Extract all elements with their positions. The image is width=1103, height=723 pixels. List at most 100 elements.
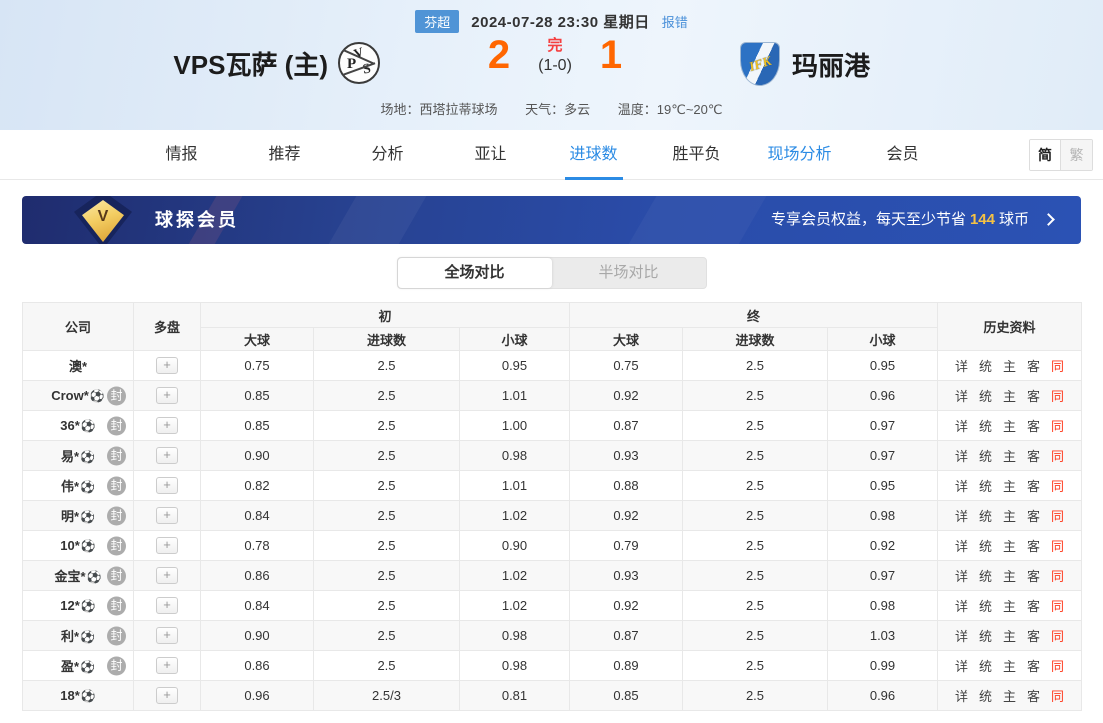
history-link-统[interactable]: 统 (979, 686, 992, 705)
history-link-详[interactable]: 详 (955, 536, 968, 555)
expand-multi-button[interactable]: + (156, 387, 178, 404)
history-link-统[interactable]: 统 (979, 626, 992, 645)
history-link-客[interactable]: 客 (1027, 386, 1040, 405)
history-link-客[interactable]: 客 (1027, 476, 1040, 495)
history-link-主[interactable]: 主 (1003, 476, 1016, 495)
history-link-客[interactable]: 客 (1027, 656, 1040, 675)
history-link-统[interactable]: 统 (979, 386, 992, 405)
company-name[interactable]: 盈* (61, 659, 79, 674)
history-link-同[interactable]: 同 (1051, 566, 1064, 585)
history-link-同[interactable]: 同 (1051, 386, 1064, 405)
expand-multi-button[interactable]: + (156, 657, 178, 674)
history-link-主[interactable]: 主 (1003, 626, 1016, 645)
expand-multi-button[interactable]: + (156, 537, 178, 554)
history-link-同[interactable]: 同 (1051, 476, 1064, 495)
report-error-link[interactable]: 报错 (662, 12, 688, 31)
league-badge[interactable]: 芬超 (415, 10, 459, 33)
lang-simplified-button[interactable]: 简 (1030, 140, 1061, 170)
history-link-客[interactable]: 客 (1027, 356, 1040, 375)
history-link-统[interactable]: 统 (979, 536, 992, 555)
vip-member-banner[interactable]: V 球探会员 专享会员权益，每天至少节省144球币 (22, 196, 1081, 244)
history-link-主[interactable]: 主 (1003, 416, 1016, 435)
history-link-统[interactable]: 统 (979, 596, 992, 615)
expand-multi-button[interactable]: + (156, 687, 178, 704)
history-link-详[interactable]: 详 (955, 686, 968, 705)
history-link-客[interactable]: 客 (1027, 626, 1040, 645)
history-link-详[interactable]: 详 (955, 626, 968, 645)
history-link-主[interactable]: 主 (1003, 656, 1016, 675)
expand-multi-button[interactable]: + (156, 597, 178, 614)
nav-tab-会员[interactable]: 会员 (851, 130, 954, 180)
history-link-统[interactable]: 统 (979, 416, 992, 435)
nav-tab-推荐[interactable]: 推荐 (233, 130, 336, 180)
away-team-name[interactable]: 玛丽港 (792, 46, 870, 83)
history-link-详[interactable]: 详 (955, 446, 968, 465)
history-link-详[interactable]: 详 (955, 476, 968, 495)
history-link-主[interactable]: 主 (1003, 536, 1016, 555)
company-name[interactable]: 澳* (69, 359, 87, 374)
nav-tab-现场分析[interactable]: 现场分析 (748, 130, 851, 180)
history-link-主[interactable]: 主 (1003, 446, 1016, 465)
company-name[interactable]: 易* (61, 449, 79, 464)
history-link-主[interactable]: 主 (1003, 686, 1016, 705)
company-name[interactable]: 12* (60, 598, 80, 613)
company-name[interactable]: 明* (61, 509, 79, 524)
half-match-compare-tab[interactable]: 半场对比 (552, 258, 706, 288)
company-name[interactable]: 18* (60, 688, 80, 703)
company-name[interactable]: Crow* (51, 388, 89, 403)
history-link-详[interactable]: 详 (955, 356, 968, 375)
full-match-compare-tab[interactable]: 全场对比 (398, 258, 552, 288)
history-link-客[interactable]: 客 (1027, 506, 1040, 525)
nav-tab-胜平负[interactable]: 胜平负 (645, 130, 748, 180)
history-link-客[interactable]: 客 (1027, 446, 1040, 465)
history-link-同[interactable]: 同 (1051, 596, 1064, 615)
history-link-主[interactable]: 主 (1003, 356, 1016, 375)
history-link-同[interactable]: 同 (1051, 446, 1064, 465)
history-link-统[interactable]: 统 (979, 566, 992, 585)
history-link-主[interactable]: 主 (1003, 506, 1016, 525)
expand-multi-button[interactable]: + (156, 507, 178, 524)
history-link-主[interactable]: 主 (1003, 596, 1016, 615)
expand-multi-button[interactable]: + (156, 477, 178, 494)
history-link-详[interactable]: 详 (955, 596, 968, 615)
history-link-统[interactable]: 统 (979, 506, 992, 525)
company-name[interactable]: 10* (60, 538, 80, 553)
nav-tab-亚让[interactable]: 亚让 (439, 130, 542, 180)
history-link-详[interactable]: 详 (955, 506, 968, 525)
history-link-同[interactable]: 同 (1051, 506, 1064, 525)
expand-multi-button[interactable]: + (156, 627, 178, 644)
company-name[interactable]: 金宝* (54, 569, 85, 584)
company-name[interactable]: 36* (60, 418, 80, 433)
history-link-详[interactable]: 详 (955, 386, 968, 405)
history-link-统[interactable]: 统 (979, 356, 992, 375)
home-team-name[interactable]: VPS瓦萨 (主) (173, 45, 328, 82)
history-link-客[interactable]: 客 (1027, 686, 1040, 705)
company-name[interactable]: 伟* (61, 479, 79, 494)
history-link-同[interactable]: 同 (1051, 626, 1064, 645)
history-link-详[interactable]: 详 (955, 416, 968, 435)
history-link-同[interactable]: 同 (1051, 416, 1064, 435)
history-link-统[interactable]: 统 (979, 446, 992, 465)
history-link-客[interactable]: 客 (1027, 536, 1040, 555)
nav-tab-进球数[interactable]: 进球数 (542, 130, 645, 180)
history-link-同[interactable]: 同 (1051, 356, 1064, 375)
nav-tab-分析[interactable]: 分析 (336, 130, 439, 180)
history-link-同[interactable]: 同 (1051, 536, 1064, 555)
history-link-同[interactable]: 同 (1051, 686, 1064, 705)
nav-tab-情报[interactable]: 情报 (130, 130, 233, 180)
history-link-详[interactable]: 详 (955, 566, 968, 585)
history-link-主[interactable]: 主 (1003, 566, 1016, 585)
expand-multi-button[interactable]: + (156, 417, 178, 434)
history-link-客[interactable]: 客 (1027, 416, 1040, 435)
company-name[interactable]: 利* (61, 629, 79, 644)
expand-multi-button[interactable]: + (156, 567, 178, 584)
history-link-客[interactable]: 客 (1027, 566, 1040, 585)
history-link-详[interactable]: 详 (955, 656, 968, 675)
history-link-同[interactable]: 同 (1051, 656, 1064, 675)
history-link-统[interactable]: 统 (979, 476, 992, 495)
history-link-主[interactable]: 主 (1003, 386, 1016, 405)
history-link-客[interactable]: 客 (1027, 596, 1040, 615)
lang-traditional-button[interactable]: 繁 (1061, 140, 1092, 170)
expand-multi-button[interactable]: + (156, 447, 178, 464)
history-link-统[interactable]: 统 (979, 656, 992, 675)
